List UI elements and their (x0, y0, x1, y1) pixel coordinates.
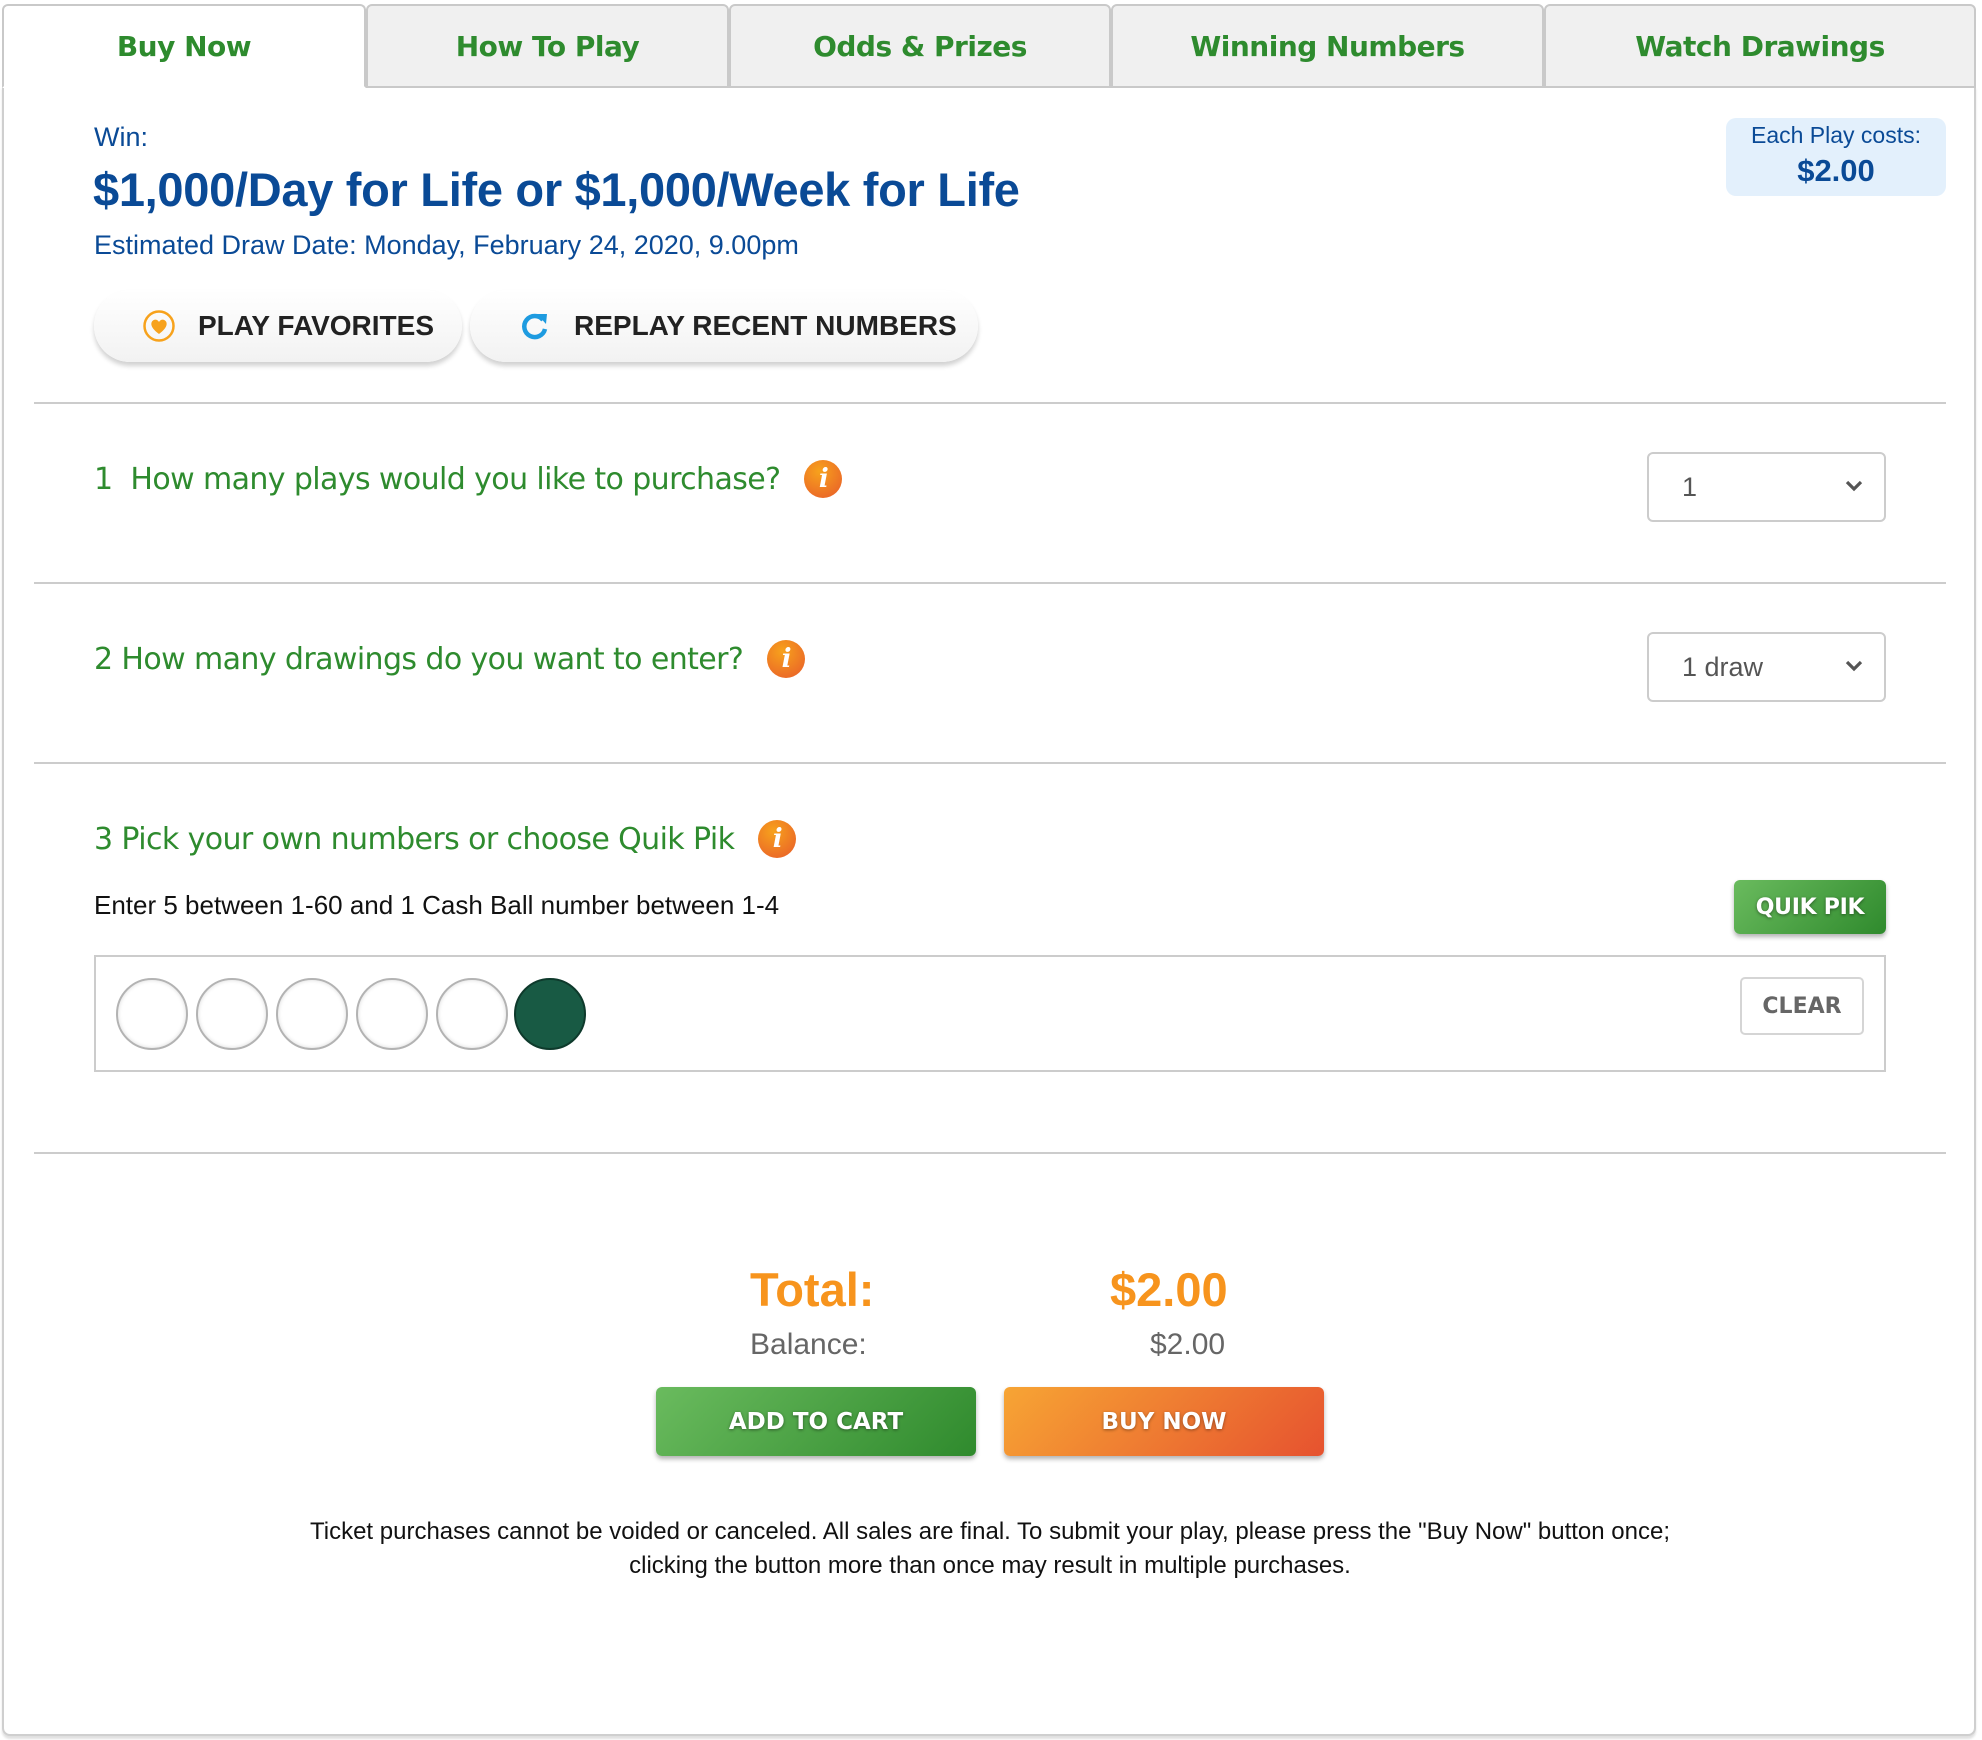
plays-select-value: 1 (1682, 471, 1698, 502)
tab-buy-now[interactable]: Buy Now (2, 4, 366, 88)
play-favorites-label: PLAY FAVORITES (198, 310, 434, 341)
number-picker: CLEAR (94, 955, 1886, 1072)
number-ball-1[interactable] (116, 978, 188, 1050)
drawings-select-value: 1 draw (1682, 651, 1764, 682)
divider (34, 402, 1946, 404)
price-value: $2.00 (1797, 153, 1875, 188)
quik-pik-button[interactable]: QUIK PIK (1734, 880, 1886, 934)
divider (34, 582, 1946, 584)
step-2-title-row: 2 How many drawings do you want to enter… (94, 640, 806, 678)
step-1-title-row: 1 How many plays would you like to purch… (94, 460, 843, 498)
info-icon[interactable]: i (804, 460, 843, 498)
chevron-down-icon (1845, 480, 1863, 492)
step-3-title-row: 3 Pick your own numbers or choose Quik P… (94, 820, 797, 858)
balance-value: $2.00 (1150, 1328, 1226, 1361)
replay-recent-label: REPLAY RECENT NUMBERS (574, 310, 957, 341)
pick-instructions: Enter 5 between 1-60 and 1 Cash Ball num… (94, 890, 780, 920)
disclaimer-text: Ticket purchases cannot be voided or can… (309, 1518, 1670, 1579)
heart-icon (142, 309, 176, 343)
clear-button[interactable]: CLEAR (1740, 977, 1864, 1035)
win-label: Win: (94, 122, 148, 152)
tab-odds-prizes[interactable]: Odds & Prizes (729, 4, 1111, 88)
tab-watch-drawings[interactable]: Watch Drawings (1544, 4, 1976, 88)
cash-ball[interactable] (514, 978, 586, 1050)
balance-label: Balance: (750, 1328, 867, 1361)
number-ball-3[interactable] (276, 978, 348, 1050)
price-label: Each Play costs: (1750, 122, 1922, 148)
tab-how-to-play[interactable]: How To Play (366, 4, 729, 88)
chevron-down-icon (1845, 660, 1863, 672)
replay-recent-numbers-button[interactable]: REPLAY RECENT NUMBERS (470, 290, 978, 362)
divider (34, 762, 1946, 764)
total-value: $2.00 (1110, 1263, 1228, 1316)
tab-winning-numbers[interactable]: Winning Numbers (1111, 4, 1544, 88)
play-favorites-button[interactable]: PLAY FAVORITES (94, 290, 462, 362)
buy-now-button[interactable]: BUY NOW (1004, 1387, 1324, 1456)
number-ball-4[interactable] (356, 978, 428, 1050)
drawings-select[interactable]: 1 draw (1647, 632, 1886, 702)
step-1-title: 1 How many plays would you like to purch… (94, 461, 781, 497)
number-ball-5[interactable] (436, 978, 508, 1050)
plays-select[interactable]: 1 (1647, 452, 1886, 522)
step-3-title: 3 Pick your own numbers or choose Quik P… (94, 821, 735, 857)
divider (34, 1152, 1946, 1154)
number-ball-2[interactable] (196, 978, 268, 1050)
total-label: Total: (750, 1263, 875, 1316)
step-2-title: 2 How many drawings do you want to enter… (94, 641, 744, 677)
tab-bar: Buy Now How To Play Odds & Prizes Winnin… (2, 4, 1976, 88)
draw-date: Estimated Draw Date: Monday, February 24… (94, 230, 799, 260)
refresh-icon (518, 309, 552, 343)
info-icon[interactable]: i (758, 820, 797, 858)
price-box: Each Play costs: $2.00 (1726, 118, 1946, 196)
prize-title: $1,000/Day for Life or $1,000/Week for L… (93, 163, 1020, 216)
info-icon[interactable]: i (767, 640, 806, 678)
add-to-cart-button[interactable]: ADD TO CART (656, 1387, 976, 1456)
